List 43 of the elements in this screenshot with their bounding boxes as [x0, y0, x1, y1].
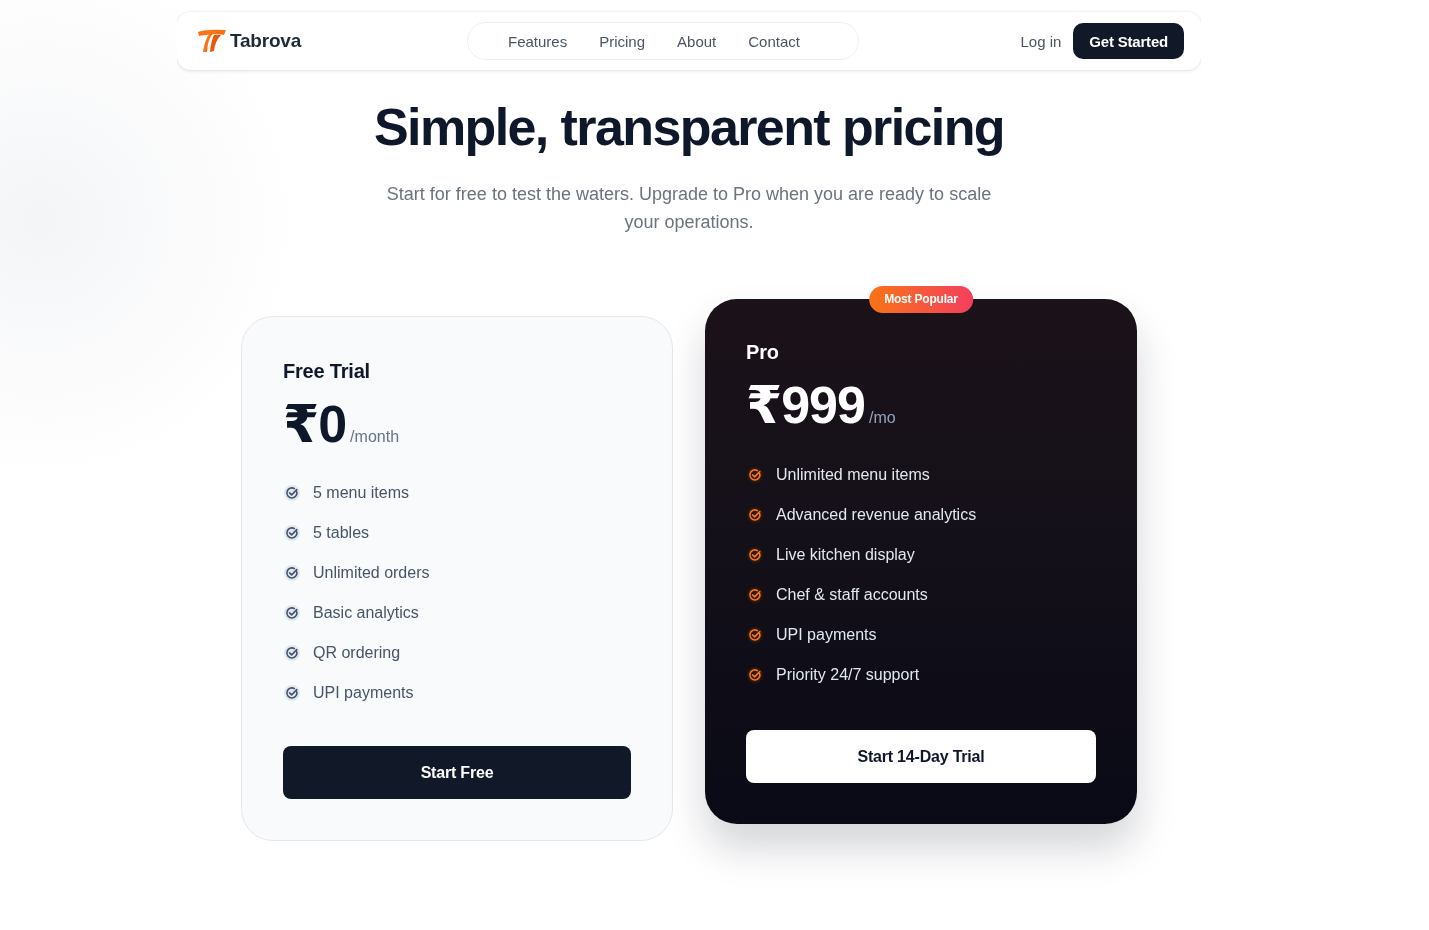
plan-price: ₹999 [746, 375, 865, 435]
nav-link[interactable]: Features [508, 32, 568, 50]
price-period: /mo [868, 409, 896, 427]
feature-text: 5 menu items [313, 484, 410, 502]
feature-text: UPI payments [313, 684, 414, 702]
plan-button[interactable]: Start Free [283, 746, 631, 799]
nav-link[interactable]: Contact [748, 32, 800, 50]
feature-text: Priority 24/7 support [776, 666, 920, 684]
page-heading: Simple, transparent pricing [373, 97, 1005, 157]
feature-text: Advanced revenue analytics [776, 506, 977, 524]
check-icon [747, 467, 763, 483]
nav-link[interactable]: About [677, 32, 717, 50]
feature-text: QR ordering [313, 644, 401, 662]
plan-button[interactable]: Start 14-Day Trial [746, 730, 1096, 783]
check-icon [284, 645, 300, 661]
feature-text: UPI payments [776, 626, 877, 644]
check-icon [747, 667, 763, 683]
feature-text: Unlimited orders [313, 564, 430, 582]
brand-name: Tabrova [230, 30, 302, 52]
check-icon [284, 485, 300, 501]
price-period: /month [350, 428, 400, 446]
check-icon [747, 587, 763, 603]
feature-text: 5 tables [313, 524, 370, 542]
check-icon [284, 605, 300, 621]
check-icon [284, 685, 300, 701]
get-started-button[interactable]: Get Started [1073, 23, 1184, 59]
feature-text: Live kitchen display [776, 546, 915, 564]
login-link[interactable]: Log in [1020, 32, 1062, 50]
popular-badge: Most Popular [869, 286, 973, 313]
logo-icon [197, 29, 227, 53]
plan-name: Free Trial [283, 359, 371, 383]
check-icon [747, 507, 763, 523]
check-icon [284, 565, 300, 581]
feature-text: Unlimited menu items [776, 466, 930, 484]
feature-text: Chef & staff accounts [776, 586, 928, 604]
check-icon [747, 627, 763, 643]
check-icon [284, 525, 300, 541]
check-icon [747, 547, 763, 563]
nav-link[interactable]: Pricing [599, 32, 646, 50]
plan-name: Pro [746, 340, 780, 364]
plan-price: ₹0 [283, 394, 347, 454]
page-subtitle: Start for free to test the waters. Upgrade to Pro when you are ready to scale your operations. [385, 183, 993, 234]
feature-text: Basic analytics [313, 604, 419, 622]
